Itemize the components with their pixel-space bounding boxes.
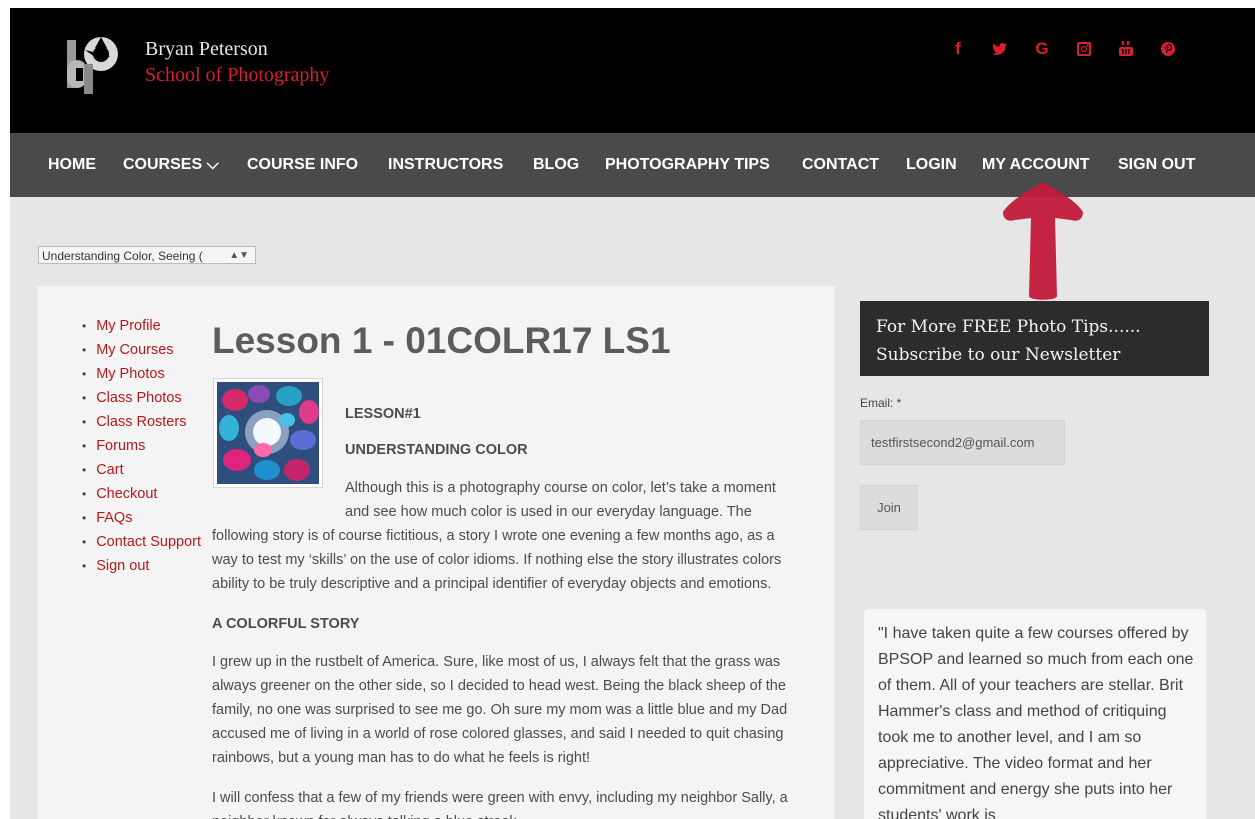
nav-sign-out[interactable]: SIGN OUT xyxy=(1118,133,1195,197)
paragraph-1-line-5: ability to be truly descriptive and a pr… xyxy=(212,576,772,592)
paragraph-2-line-1: I grew up in the rustbelt of America. Su… xyxy=(212,654,781,670)
brand-name[interactable]: Bryan Peterson xyxy=(145,38,268,61)
pinterest-icon[interactable] xyxy=(1157,38,1179,60)
lesson-title: Lesson 1 - 01COLR17 LS1 xyxy=(212,320,671,361)
youtube-icon[interactable] xyxy=(1115,38,1137,60)
page: Bryan Peterson School of Photography f G… xyxy=(10,8,1255,819)
nav-contact[interactable]: CONTACT xyxy=(802,133,879,197)
section-title: A COLORFUL STORY xyxy=(212,616,360,632)
paragraph-3-line-2: neighbor known for always talking a blue… xyxy=(212,810,521,819)
site-header: Bryan Peterson School of Photography f G xyxy=(10,8,1255,133)
facebook-icon[interactable]: f xyxy=(947,38,969,60)
paragraph-3-line-1: I will confess that a few of my friends … xyxy=(212,790,788,806)
sidebar-item-my-courses[interactable]: My Courses xyxy=(82,338,201,362)
sidebar-item-checkout[interactable]: Checkout xyxy=(82,482,201,506)
nav-course-info[interactable]: COURSE INFO xyxy=(247,133,358,197)
nav-home[interactable]: HOME xyxy=(48,133,96,197)
paragraph-2-line-2: always greener on the other side, so I d… xyxy=(212,678,786,694)
paragraph-1-line-1: Although this is a photography course on… xyxy=(345,480,776,496)
bp-logo-icon[interactable] xyxy=(62,34,120,94)
paragraph-2-line-4: accused me of living in a world of rose … xyxy=(212,726,784,742)
twitter-icon[interactable] xyxy=(989,38,1011,60)
newsletter-banner: For More FREE Photo Tips...... Subscribe… xyxy=(860,301,1209,376)
email-label: Email: * xyxy=(860,396,902,410)
sidebar-item-faqs[interactable]: FAQs xyxy=(82,506,201,530)
course-select[interactable]: Understanding Color, Seeing ( ▲▼ xyxy=(38,246,256,264)
course-select-value: Understanding Color, Seeing ( xyxy=(42,249,203,263)
lesson-panel: My Profile My Courses My Photos Class Ph… xyxy=(37,286,835,819)
sidebar-item-my-profile[interactable]: My Profile xyxy=(82,314,201,338)
email-field[interactable]: testfirstsecond2@gmail.com xyxy=(860,420,1065,465)
nav-instructors[interactable]: INSTRUCTORS xyxy=(388,133,503,197)
sidebar-item-forums[interactable]: Forums xyxy=(82,434,201,458)
sidebar-item-contact-support[interactable]: Contact Support xyxy=(82,530,201,554)
join-button[interactable]: Join xyxy=(860,485,918,530)
lesson-label: LESSON#1 xyxy=(345,406,421,422)
lesson-thumbnail[interactable] xyxy=(214,379,322,487)
paragraph-1-line-4: way to test my ‘skills’ on the use of co… xyxy=(212,552,782,568)
sidebar-item-class-photos[interactable]: Class Photos xyxy=(82,386,201,410)
annotation-arrow-icon xyxy=(1003,182,1083,300)
paragraph-2-line-5: rainbows, but a young man has to do what… xyxy=(212,750,591,766)
sidebar-item-class-rosters[interactable]: Class Rosters xyxy=(82,410,201,434)
lesson-subtitle: UNDERSTANDING COLOR xyxy=(345,442,528,458)
account-sidebar-nav: My Profile My Courses My Photos Class Ph… xyxy=(82,314,201,578)
sidebar-item-my-photos[interactable]: My Photos xyxy=(82,362,201,386)
nav-login[interactable]: LOGIN xyxy=(906,133,957,197)
sidebar-item-sign-out[interactable]: Sign out xyxy=(82,554,201,578)
newsletter-line-1: For More FREE Photo Tips...... xyxy=(876,317,1141,337)
sidebar-item-cart[interactable]: Cart xyxy=(82,458,201,482)
paragraph-2-line-3: family, no one was surprised to see me g… xyxy=(212,702,788,718)
nav-photography-tips[interactable]: PHOTOGRAPHY TIPS xyxy=(605,133,770,197)
instagram-icon[interactable] xyxy=(1073,38,1095,60)
testimonial-card: "I have taken quite a few courses offere… xyxy=(864,609,1206,819)
nav-courses[interactable]: COURSES ⌵ xyxy=(123,133,219,197)
newsletter-line-2: Subscribe to our Newsletter xyxy=(876,345,1121,365)
google-icon[interactable]: G xyxy=(1031,38,1053,60)
brand-subtitle[interactable]: School of Photography xyxy=(145,64,329,87)
select-arrows-icon: ▲▼ xyxy=(229,250,249,261)
social-links: f G xyxy=(947,38,1199,60)
paragraph-1-line-3: following story is of course fictitious,… xyxy=(212,528,775,544)
nav-blog[interactable]: BLOG xyxy=(533,133,579,197)
paragraph-1-line-2: and see how much color is used in our ev… xyxy=(345,504,752,520)
testimonial-text: "I have taken quite a few courses offere… xyxy=(878,625,1194,819)
